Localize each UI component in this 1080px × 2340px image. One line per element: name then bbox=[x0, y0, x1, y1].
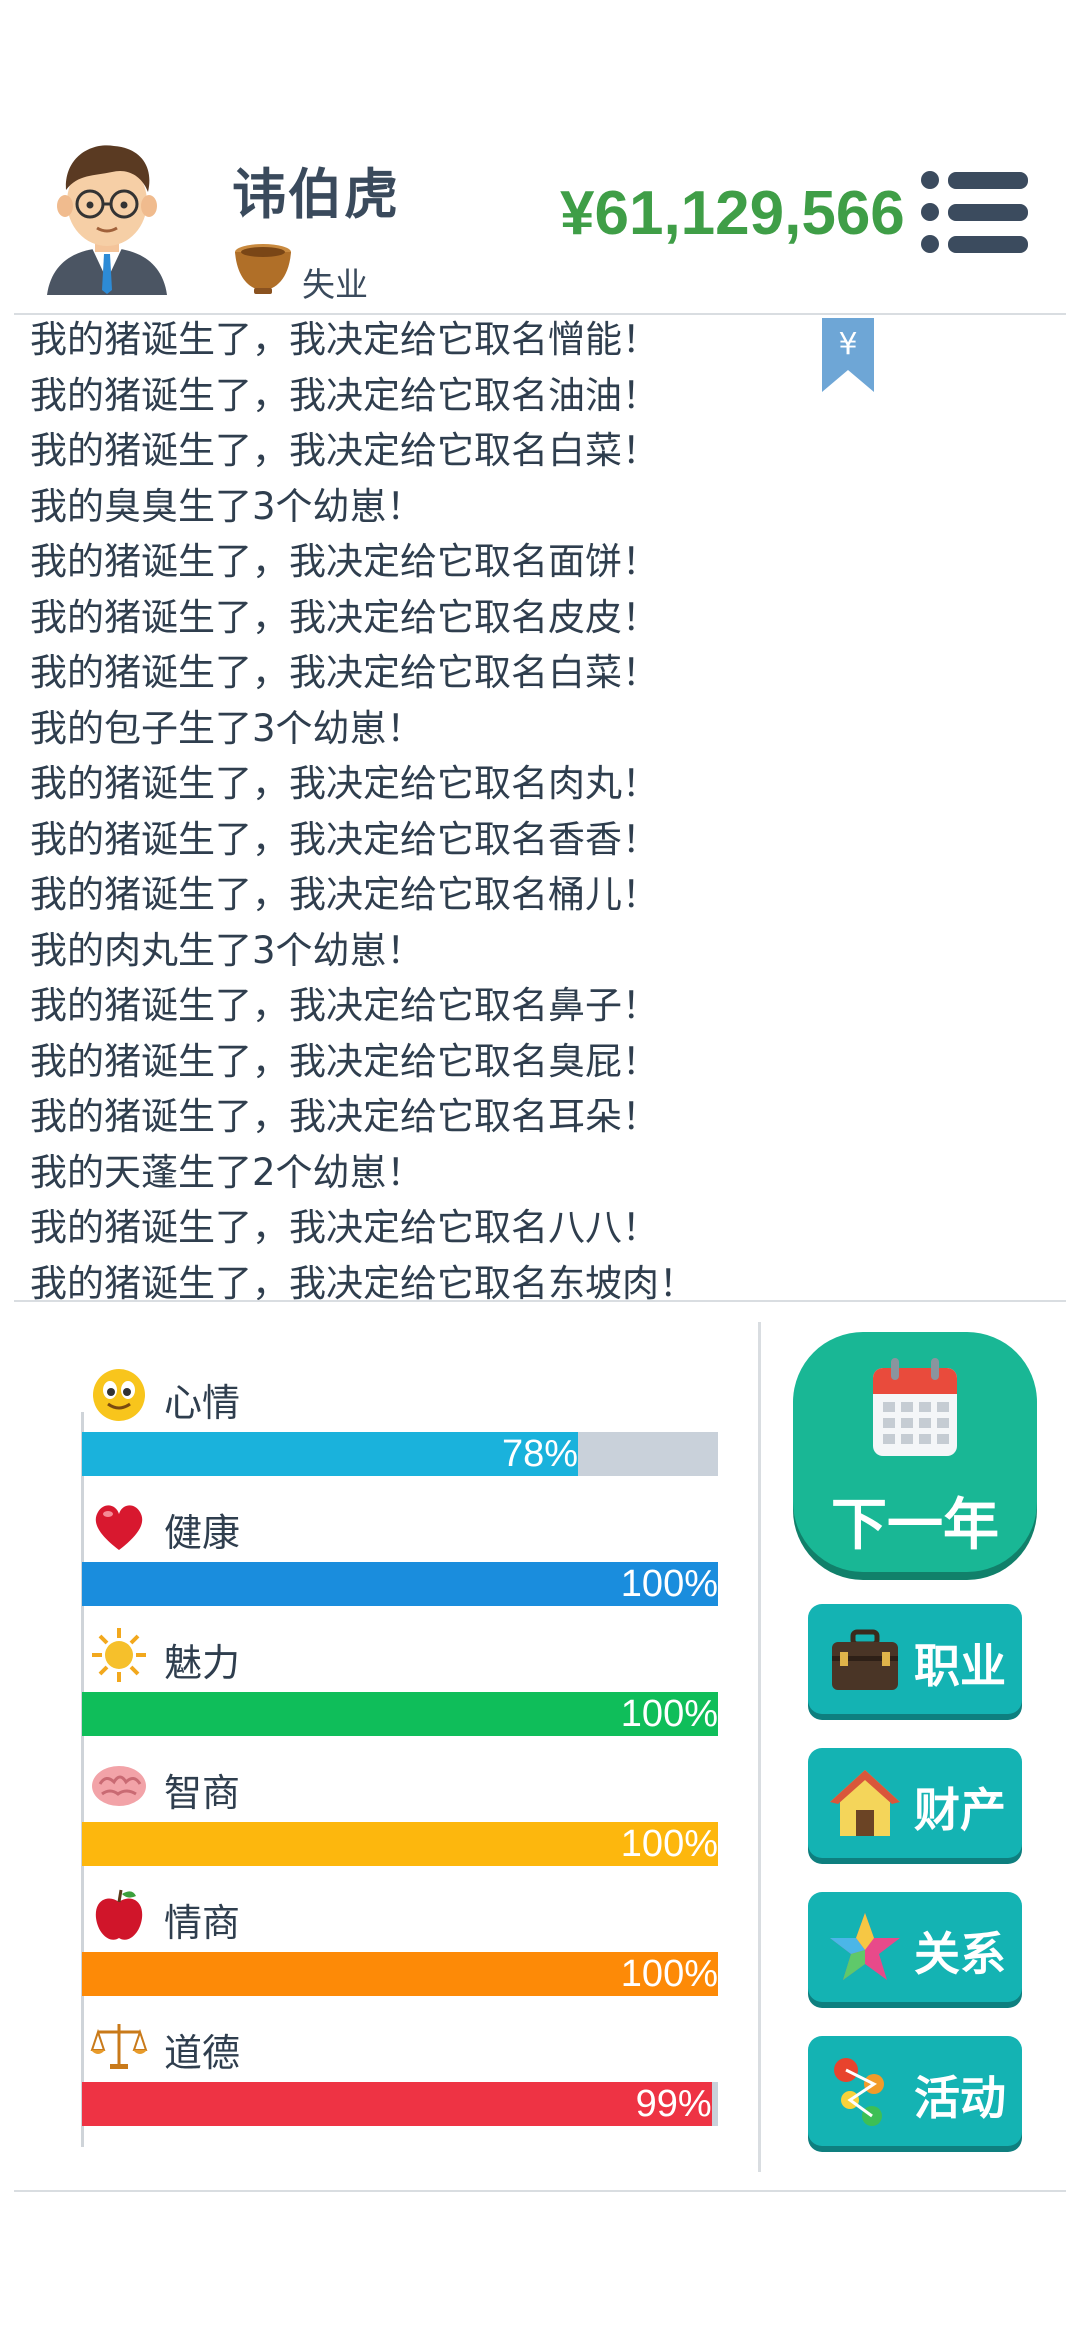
log-entry: 我的猪诞生了，我决定给它取名耳朵！ bbox=[30, 1095, 659, 1138]
assets-button[interactable]: 财产 bbox=[808, 1748, 1022, 1858]
log-entry: 我的猪诞生了，我决定给它取名皮皮！ bbox=[30, 595, 659, 639]
event-log[interactable]: 我的猪诞生了，我决定给它取名憎能！ 我的猪诞生了，我决定给它取名油油！ 我的猪诞生了… bbox=[0, 316, 1080, 1300]
stat-bar-fill: 78% bbox=[82, 1432, 579, 1476]
stat-label: 情商 bbox=[164, 1901, 241, 1945]
stat-percent: 100% bbox=[620, 1953, 718, 1995]
activities-button[interactable]: 活动 bbox=[808, 2036, 1022, 2146]
calendar-icon bbox=[873, 1358, 957, 1456]
activities-dots-icon bbox=[834, 2058, 884, 2126]
bookmark-symbol: ¥ bbox=[838, 327, 857, 362]
log-entry: 我的猪诞生了，我决定给它取名憎能！ bbox=[30, 318, 659, 361]
brain-icon bbox=[92, 1766, 146, 1806]
career-button[interactable]: 职业 bbox=[808, 1604, 1022, 1714]
stat-bar-fill: 100% bbox=[82, 1822, 718, 1866]
scales-icon bbox=[90, 2024, 148, 2069]
stat-bar-track: 100% bbox=[82, 1692, 718, 1736]
smiley-face-icon bbox=[93, 1369, 145, 1421]
stat-label: 魅力 bbox=[164, 1641, 241, 1685]
avatar-icon[interactable] bbox=[42, 130, 172, 295]
log-entry: 我的猪诞生了，我决定给它取名白菜！ bbox=[30, 429, 659, 472]
log-entry: 我的猪诞生了，我决定给它取名油油！ bbox=[30, 373, 659, 417]
stat-bar-track: 78% bbox=[82, 1432, 718, 1476]
stat-label: 智商 bbox=[164, 1771, 241, 1815]
stat-label: 心情 bbox=[164, 1381, 241, 1425]
header: 讳伯虎 失业 ¥61,129,566 bbox=[0, 0, 1080, 316]
header-divider bbox=[14, 313, 1066, 315]
activities-label: 活动 bbox=[914, 2071, 1006, 2125]
stat-percent: 100% bbox=[620, 1563, 718, 1605]
log-entry: 我的猪诞生了，我决定给它取名东坡肉！ bbox=[30, 1261, 696, 1301]
log-entry: 我的包子生了3个幼崽！ bbox=[30, 706, 424, 750]
next-year-label: 下一年 bbox=[831, 1493, 999, 1558]
assets-label: 财产 bbox=[914, 1783, 1006, 1837]
event-log-list: 我的猪诞生了，我决定给它取名憎能！ 我的猪诞生了，我决定给它取名油油！ 我的猪诞生了… bbox=[30, 316, 696, 1300]
job-status: 失业 bbox=[302, 265, 368, 304]
stat-bar-track: 100% bbox=[82, 1562, 718, 1606]
log-entry: 我的猪诞生了，我决定给它取名臭屁！ bbox=[30, 1039, 659, 1083]
stat-bar-track: 99% bbox=[82, 2082, 718, 2126]
career-label: 职业 bbox=[914, 1639, 1006, 1693]
log-divider bbox=[14, 1300, 1066, 1302]
house-icon bbox=[830, 1770, 900, 1836]
log-entry: 我的猪诞生了，我决定给它取名鼻子！ bbox=[30, 984, 659, 1027]
star-icon bbox=[830, 1913, 900, 1980]
sun-icon bbox=[92, 1628, 146, 1682]
stats-divider bbox=[758, 1322, 761, 2172]
stat-label: 健康 bbox=[164, 1511, 241, 1555]
log-entry: 我的猪诞生了，我决定给它取名肉丸！ bbox=[30, 762, 659, 805]
log-entry: 我的猪诞生了，我决定给它取名白菜！ bbox=[30, 651, 659, 694]
log-entry: 我的猪诞生了，我决定给它取名面饼！ bbox=[30, 540, 659, 583]
log-entry: 我的天蓬生了2个幼崽！ bbox=[30, 1150, 424, 1194]
player-name: 讳伯虎 bbox=[232, 163, 400, 226]
stat-percent: 100% bbox=[620, 1693, 718, 1735]
stat-bar-track: 100% bbox=[82, 1822, 718, 1866]
stat-label: 道德 bbox=[164, 2031, 241, 2075]
log-entry: 我的猪诞生了，我决定给它取名香香！ bbox=[30, 817, 659, 861]
relations-label: 关系 bbox=[914, 1927, 1006, 1981]
stat-percent: 100% bbox=[620, 1823, 718, 1865]
stat-bar-fill: 100% bbox=[82, 1952, 718, 1996]
stat-bar-fill: 99% bbox=[82, 2082, 712, 2126]
hamburger-menu-icon[interactable] bbox=[920, 170, 1030, 254]
stat-percent: 78% bbox=[502, 1433, 579, 1475]
money-balance: ¥61,129,566 bbox=[560, 179, 905, 248]
stat-bar-track: 100% bbox=[82, 1952, 718, 1996]
relations-button[interactable]: 关系 bbox=[808, 1892, 1022, 2002]
heart-icon bbox=[95, 1505, 143, 1550]
bowl-icon bbox=[235, 244, 291, 294]
briefcase-icon bbox=[832, 1629, 898, 1690]
log-entry: 我的臭臭生了3个幼崽！ bbox=[30, 484, 424, 528]
bottom-divider bbox=[14, 2190, 1066, 2192]
apple-icon bbox=[95, 1889, 143, 1940]
log-entry: 我的猪诞生了，我决定给它取名桶儿！ bbox=[30, 873, 659, 916]
yuan-bookmark-icon[interactable]: ¥ bbox=[820, 318, 876, 394]
log-entry: 我的肉丸生了3个幼崽！ bbox=[30, 928, 424, 972]
log-entry: 我的猪诞生了，我决定给它取名八八！ bbox=[30, 1206, 659, 1249]
stat-bar-fill: 100% bbox=[82, 1692, 718, 1736]
stat-percent: 99% bbox=[635, 2083, 712, 2125]
stat-bar-fill: 100% bbox=[82, 1562, 718, 1606]
next-year-button[interactable]: 下一年 bbox=[793, 1332, 1037, 1572]
stats-axis-line bbox=[81, 1412, 84, 2147]
